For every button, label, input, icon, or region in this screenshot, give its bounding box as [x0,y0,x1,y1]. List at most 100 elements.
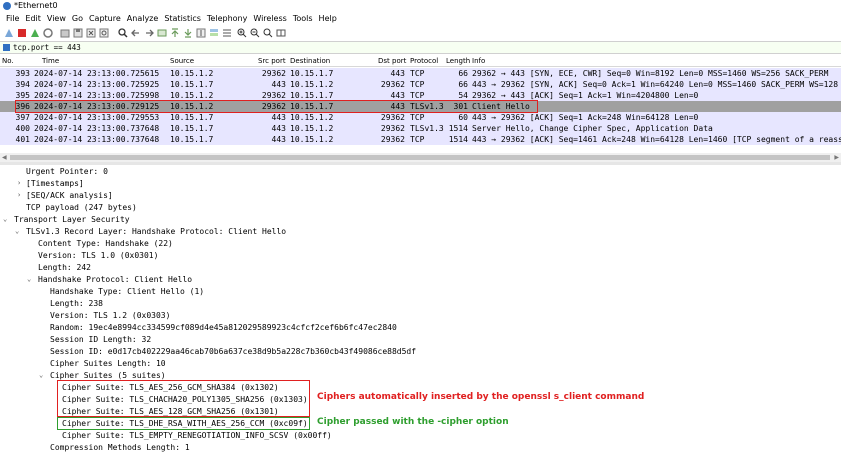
expand-arrow-icon[interactable]: › [17,179,21,187]
menu-wireless[interactable]: Wireless [253,13,286,23]
menu-edit[interactable]: Edit [25,13,41,23]
detail-line[interactable]: Session ID: e0d17cb402229aa46cab70b6a637… [50,347,416,356]
detail-line[interactable]: [SEQ/ACK analysis] [26,191,113,200]
packet-src-port: 443 [271,80,286,89]
packet-dst-port: 443 [390,69,405,78]
detail-line[interactable]: TLSv1.3 Record Layer: Handshake Protocol… [26,227,286,236]
detail-line[interactable]: Random: 19ec4e8994cc334599cf089d4e45a812… [50,323,397,332]
packet-dst-port: 29362 [380,124,405,133]
display-filter-input[interactable]: tcp.port == 443 [13,43,81,52]
packet-no: 394 [15,80,30,89]
packet-time: 2024-07-14 23:13:00.725998 [34,91,160,100]
wireshark-app-icon [3,2,11,10]
menu-statistics[interactable]: Statistics [164,13,201,23]
col-header-source[interactable]: Source [170,57,194,65]
detail-line[interactable]: Transport Layer Security [14,215,130,224]
packet-row[interactable]: 397 2024-07-14 23:13:00.729553 10.15.1.7… [0,112,841,123]
filter-bookmark-icon[interactable] [3,44,10,51]
zoom-reset-icon[interactable] [263,28,273,38]
find-packet-icon[interactable] [118,28,128,38]
packet-row[interactable]: 393 2024-07-14 23:13:00.725615 10.15.1.2… [0,68,841,79]
packet-time: 2024-07-14 23:13:00.737648 [34,124,160,133]
save-file-icon[interactable] [73,28,83,38]
packet-dst-port: 29362 [380,113,405,122]
detail-line[interactable]: Compression Methods Length: 1 [50,443,190,452]
display-filter-bar[interactable]: tcp.port == 443 [0,41,841,54]
packet-list-horizontal-scrollbar[interactable]: ◀ ▶ [0,153,841,162]
packet-row[interactable]: 400 2024-07-14 23:13:00.737648 10.15.1.7… [0,123,841,134]
col-header-time[interactable]: Time [42,57,59,65]
resize-columns-icon[interactable] [276,28,286,38]
go-to-packet-icon[interactable] [157,28,167,38]
packet-no: 395 [15,91,30,100]
auto-ciphers-highlight-box [57,380,310,417]
packet-info: 443 → 29362 [ACK] Seq=1461 Ack=248 Win=6… [472,135,841,144]
packet-row[interactable]: 394 2024-07-14 23:13:00.725925 10.15.1.7… [0,79,841,90]
go-back-icon[interactable] [131,28,141,38]
close-file-icon[interactable] [86,28,96,38]
col-header-dst-port[interactable]: Dst port [378,57,406,65]
detail-line[interactable]: [Timestamps] [26,179,84,188]
detail-line[interactable]: TCP payload (247 bytes) [26,203,137,212]
auto-scroll-icon[interactable] [196,28,206,38]
detail-line[interactable]: Urgent Pointer: 0 [26,167,108,176]
zoom-out-icon[interactable] [250,28,260,38]
packet-src-port: 443 [271,113,286,122]
menu-telephony[interactable]: Telephony [207,13,247,23]
detail-line[interactable]: Handshake Type: Client Hello (1) [50,287,204,296]
first-packet-icon[interactable] [170,28,180,38]
go-forward-icon[interactable] [144,28,154,38]
capture-options-icon[interactable] [43,28,53,38]
detail-line[interactable]: Version: TLS 1.2 (0x0303) [50,311,170,320]
scroll-right-icon[interactable]: ▶ [834,154,839,161]
menu-tools[interactable]: Tools [293,13,313,23]
packet-destination: 10.15.1.2 [290,135,334,144]
scroll-left-icon[interactable]: ◀ [2,154,7,161]
colorize-icon[interactable] [209,28,219,38]
open-file-icon[interactable] [60,28,70,38]
collapse-arrow-icon[interactable]: ⌄ [3,215,7,223]
menu-capture[interactable]: Capture [89,13,121,23]
detail-line[interactable]: Length: 238 [50,299,103,308]
collapse-arrow-icon[interactable]: ⌄ [15,227,19,235]
menu-file[interactable]: File [6,13,19,23]
menu-analyze[interactable]: Analyze [127,13,159,23]
detail-line[interactable]: Version: TLS 1.0 (0x0301) [38,251,158,260]
packet-info: 443 → 29362 [ACK] Seq=1 Ack=248 Win=6412… [472,113,699,122]
menu-help[interactable]: Help [319,13,337,23]
col-header-destination[interactable]: Destination [290,57,330,65]
packet-details: Urgent Pointer: 0 › [Timestamps] › [SEQ/… [0,165,841,452]
shark-fin-start-icon[interactable] [4,28,14,38]
reload-file-icon[interactable] [99,28,109,38]
packet-row[interactable]: 401 2024-07-14 23:13:00.737648 10.15.1.7… [0,134,841,145]
detail-line[interactable]: Handshake Protocol: Client Hello [38,275,192,284]
stop-capture-icon[interactable] [17,28,27,38]
col-header-info[interactable]: Info [472,57,485,65]
menu-go[interactable]: Go [72,13,83,23]
restart-capture-icon[interactable] [30,28,40,38]
menu-bar: File Edit View Go Capture Analyze Statistics Te… [0,13,841,26]
detail-line[interactable]: Session ID Length: 32 [50,335,151,344]
detail-line[interactable]: Cipher Suites Length: 10 [50,359,166,368]
list-lines-icon[interactable] [222,28,232,38]
detail-line[interactable]: Cipher Suites (5 suites) [50,371,166,380]
scrollbar-thumb[interactable] [10,155,830,160]
last-packet-icon[interactable] [183,28,193,38]
col-header-length[interactable]: Length [446,57,470,65]
collapse-arrow-icon[interactable]: ⌄ [39,371,43,379]
packet-no: 400 [15,124,30,133]
col-header-no[interactable]: No. [2,57,14,65]
col-header-src-port[interactable]: Src port [258,57,286,65]
detail-line[interactable]: Content Type: Handshake (22) [38,239,173,248]
packet-destination: 10.15.1.2 [290,124,334,133]
packet-destination: 10.15.1.2 [290,80,334,89]
col-header-protocol[interactable]: Protocol [410,57,438,65]
cipher-suite-line[interactable]: Cipher Suite: TLS_EMPTY_RENEGOTIATION_IN… [62,431,332,440]
packet-destination: 10.15.1.7 [290,69,334,78]
selected-packet-highlight [15,100,538,113]
collapse-arrow-icon[interactable]: ⌄ [27,275,31,283]
detail-line[interactable]: Length: 242 [38,263,91,272]
expand-arrow-icon[interactable]: › [17,191,21,199]
zoom-in-icon[interactable] [237,28,247,38]
menu-view[interactable]: View [47,13,66,23]
